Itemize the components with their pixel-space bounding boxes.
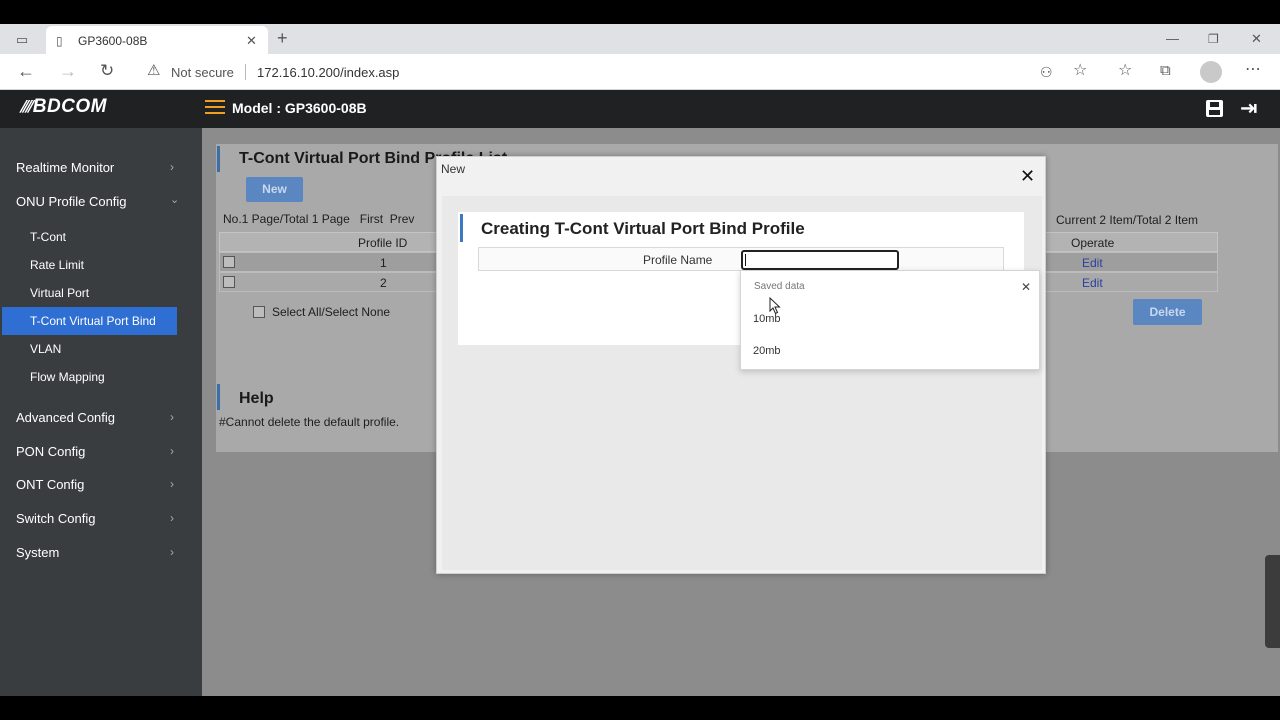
- row-profile-id: 1: [380, 256, 387, 270]
- row-checkbox[interactable]: [223, 256, 235, 268]
- autofill-header: Saved data: [754, 281, 805, 292]
- tab-actions-icon[interactable]: ▭: [14, 32, 30, 48]
- bdcom-logo: ⫽⫽ BDCOM: [20, 96, 107, 118]
- minimize-icon[interactable]: —: [1166, 31, 1179, 47]
- delete-button[interactable]: Delete: [1133, 299, 1202, 325]
- autofill-option[interactable]: 20mb: [741, 339, 1039, 363]
- screen: ▭ ▯ GP3600-08B ✕ + — ❐ ✕ ← → ↻ ⚠ Not sec…: [0, 0, 1280, 720]
- row-edit-link[interactable]: Edit: [1082, 276, 1103, 290]
- tab-title: GP3600-08B: [78, 34, 148, 48]
- form-heading: Creating T-Cont Virtual Port Bind Profil…: [481, 219, 805, 238]
- security-label[interactable]: Not secure: [171, 65, 234, 80]
- row-profile-id: 2: [380, 276, 387, 290]
- autofill-option-label: 20mb: [753, 345, 781, 357]
- browser-tabbar: ▭ ▯ GP3600-08B ✕ + — ❐ ✕: [0, 24, 1280, 54]
- collections-icon[interactable]: ⧉: [1160, 63, 1171, 79]
- sidebar-item-system[interactable]: System: [16, 545, 59, 560]
- logout-icon[interactable]: ⇥: [1240, 96, 1258, 121]
- sidebar-subitem-t-cont[interactable]: T-Cont: [30, 230, 66, 244]
- sidebar-subitem-vlan[interactable]: VLAN: [30, 342, 61, 356]
- dialog-title: New: [441, 162, 466, 176]
- select-all-label[interactable]: Select All/Select None: [272, 305, 390, 319]
- warning-icon[interactable]: ⚠: [147, 63, 160, 79]
- chevron-right-icon: ›: [170, 477, 174, 491]
- sidebar-subitem-rate-limit[interactable]: Rate Limit: [30, 258, 84, 272]
- autofill-option[interactable]: 10mb: [741, 307, 1039, 331]
- select-all-checkbox[interactable]: [253, 306, 265, 318]
- profile-name-label: Profile Name: [643, 253, 713, 267]
- dialog-close-icon[interactable]: ✕: [1020, 166, 1035, 187]
- forward-icon[interactable]: →: [59, 62, 77, 80]
- url-divider: [245, 64, 246, 80]
- reload-icon[interactable]: ↻: [100, 62, 114, 79]
- logo-text: BDCOM: [32, 96, 107, 117]
- sidebar-subitem-virtual-port[interactable]: Virtual Port: [30, 286, 89, 300]
- chevron-right-icon: ›: [170, 545, 174, 559]
- tab-close-icon[interactable]: ✕: [246, 33, 257, 49]
- chevron-right-icon: ›: [170, 444, 174, 458]
- text-caret: [745, 254, 746, 266]
- logo-mark-icon: ⫽⫽: [20, 99, 33, 116]
- sidebar-subitem-t-cont-virtual-port-bind[interactable]: T-Cont Virtual Port Bind: [30, 314, 156, 328]
- restore-icon[interactable]: ❐: [1208, 31, 1219, 47]
- autofill-close-icon[interactable]: ✕: [1021, 280, 1031, 294]
- new-tab-icon[interactable]: +: [277, 29, 288, 47]
- item-count: Current 2 Item/Total 2 Item: [1056, 213, 1199, 227]
- favorites-icon[interactable]: ☆: [1118, 63, 1132, 79]
- sidebar-subitem-flow-mapping[interactable]: Flow Mapping: [30, 370, 105, 384]
- sidebar-item-realtime-monitor[interactable]: Realtime Monitor: [16, 160, 114, 175]
- back-icon[interactable]: ←: [17, 62, 35, 80]
- sidebar-item-ont-config[interactable]: ONT Config: [16, 477, 84, 492]
- window-close-icon[interactable]: ✕: [1251, 31, 1262, 47]
- title-accent-bar: [217, 146, 220, 172]
- help-title: Help: [239, 390, 274, 407]
- page-scrollbar[interactable]: [1265, 555, 1280, 648]
- page-icon: ▯: [56, 34, 63, 48]
- new-button[interactable]: New: [246, 177, 303, 202]
- row-edit-link[interactable]: Edit: [1082, 256, 1103, 270]
- chevron-right-icon: ›: [170, 160, 174, 174]
- add-favorite-icon[interactable]: ☆: [1073, 63, 1087, 79]
- form-accent-bar: [460, 214, 463, 242]
- menu-toggle-icon[interactable]: [205, 99, 225, 115]
- mouse-cursor-icon: [769, 297, 781, 315]
- app-header: [0, 90, 1280, 128]
- chevron-right-icon: ›: [170, 410, 174, 424]
- model-title: Model : GP3600-08B: [232, 100, 367, 116]
- save-icon[interactable]: [1206, 100, 1223, 117]
- profile-avatar-icon[interactable]: [1200, 61, 1222, 83]
- help-accent-bar: [217, 384, 220, 410]
- chevron-right-icon: ›: [170, 511, 174, 525]
- browser-tab[interactable]: ▯ GP3600-08B ✕: [46, 26, 268, 54]
- column-operate: Operate: [1071, 236, 1115, 250]
- sidebar-item-pon-config[interactable]: PON Config: [16, 444, 85, 459]
- help-text: #Cannot delete the default profile.: [219, 415, 400, 429]
- row-checkbox[interactable]: [223, 276, 235, 288]
- pagination-info[interactable]: No.1 Page/Total 1 Page First Prev: [223, 212, 414, 226]
- sidebar-item-advanced-config[interactable]: Advanced Config: [16, 410, 115, 425]
- column-profile-id: Profile ID: [358, 236, 408, 250]
- autofill-dropdown: Saved data ✕ 10mb 20mb: [740, 270, 1040, 370]
- sidebar-item-onu-profile-config[interactable]: ONU Profile Config: [16, 194, 127, 209]
- url-field[interactable]: 172.16.10.200/index.asp: [257, 65, 399, 80]
- more-icon[interactable]: ⋯: [1245, 62, 1261, 78]
- sidebar-item-switch-config[interactable]: Switch Config: [16, 511, 95, 526]
- browser-toolbar: ← → ↻ ⚠ Not secure 172.16.10.200/index.a…: [0, 54, 1280, 90]
- chevron-down-icon: ⌄: [170, 194, 180, 206]
- site-permissions-icon[interactable]: ⚇: [1040, 64, 1053, 80]
- profile-name-input[interactable]: [741, 250, 899, 270]
